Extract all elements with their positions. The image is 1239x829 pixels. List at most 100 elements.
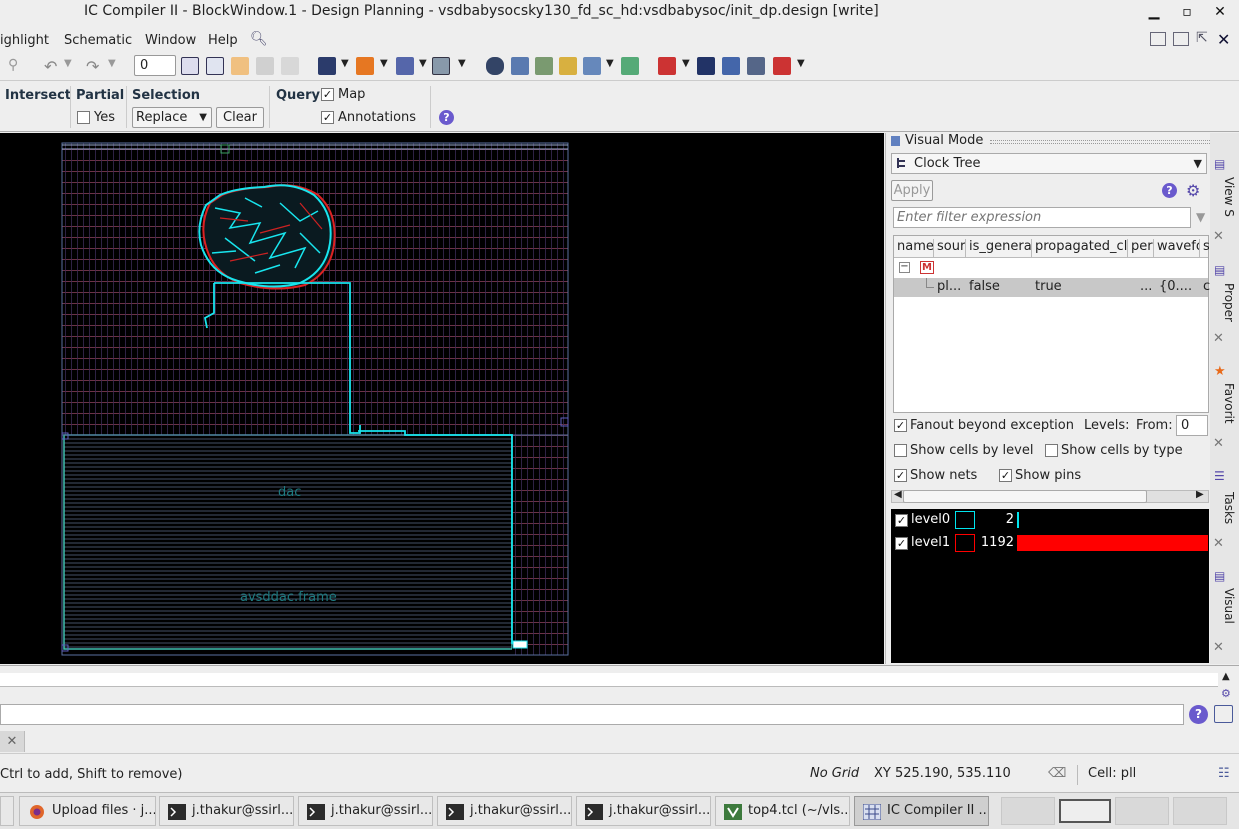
- workspace-1[interactable]: [1001, 797, 1055, 825]
- fanout-checkbox[interactable]: ✓: [894, 419, 907, 432]
- check-icon[interactable]: [722, 57, 740, 75]
- partition-icon[interactable]: [621, 57, 639, 75]
- tab-favorites[interactable]: Favorit: [1212, 383, 1236, 431]
- placement-dropdown-icon[interactable]: ▼: [606, 58, 614, 69]
- net-icon[interactable]: [396, 57, 414, 75]
- level1-swatch[interactable]: [955, 534, 975, 552]
- task-item-active[interactable]: IC Compiler II ...: [854, 796, 989, 826]
- tree-root-icon[interactable]: M: [920, 261, 934, 274]
- gear-icon[interactable]: ⚙: [1186, 181, 1200, 200]
- close-icon[interactable]: ✕: [1213, 229, 1224, 244]
- from-spinner[interactable]: 0: [1176, 415, 1208, 436]
- menu-schematic[interactable]: Schematic: [64, 33, 132, 48]
- task-item[interactable]: top4.tcl (~/vls...: [715, 796, 850, 826]
- scroll-right-icon[interactable]: ▶: [1196, 489, 1204, 500]
- column-header[interactable]: propagated_cl: [1032, 239, 1128, 257]
- drc-icon[interactable]: [658, 57, 676, 75]
- task-item[interactable]: j.thakur@ssirl...: [576, 796, 711, 826]
- cell-icon[interactable]: [486, 57, 504, 75]
- workspace-3[interactable]: [1115, 797, 1169, 825]
- show-nets-checkbox[interactable]: ✓: [894, 469, 907, 482]
- align-bottom-icon[interactable]: [231, 57, 249, 75]
- visual-mode-icon[interactable]: [432, 57, 450, 75]
- menu-help[interactable]: Help: [208, 33, 238, 48]
- menu-highlight[interactable]: ighlight: [0, 33, 49, 48]
- close-view-icon[interactable]: ✕: [1217, 30, 1230, 49]
- show-pins-checkbox[interactable]: ✓: [999, 469, 1012, 482]
- query-tool-icon[interactable]: [206, 57, 224, 75]
- partial-yes-checkbox[interactable]: [77, 111, 90, 124]
- filter-input[interactable]: [893, 207, 1191, 228]
- align-middle-icon[interactable]: [256, 57, 274, 75]
- scroll-left-icon[interactable]: ◀: [894, 489, 902, 500]
- close-icon[interactable]: ✕: [1213, 331, 1224, 346]
- minimize-button[interactable]: ▁: [1143, 3, 1165, 21]
- eraser-icon[interactable]: ⌫: [1048, 766, 1066, 781]
- task-item[interactable]: [0, 796, 14, 826]
- task-item[interactable]: Upload files · j...: [19, 796, 156, 826]
- restore-icon[interactable]: [1173, 32, 1189, 46]
- panel-grip[interactable]: [990, 140, 1210, 144]
- placement-icon[interactable]: [583, 57, 601, 75]
- selection-mode-select[interactable]: Replace ▼: [132, 107, 212, 128]
- visual-mode-dropdown-icon[interactable]: ▼: [458, 58, 466, 69]
- column-header[interactable]: sour: [934, 239, 966, 257]
- help-icon[interactable]: ?: [439, 110, 454, 125]
- checklist-icon[interactable]: [747, 57, 765, 75]
- column-header[interactable]: wavefo: [1154, 239, 1200, 257]
- filter-icon[interactable]: ▼: [1196, 210, 1205, 224]
- map-checkbox[interactable]: ✓: [321, 88, 334, 101]
- hierarchy-icon[interactable]: [356, 57, 374, 75]
- tab-properties[interactable]: Proper: [1212, 283, 1236, 329]
- workspace-2[interactable]: [1059, 799, 1111, 823]
- task-item[interactable]: j.thakur@ssirl...: [159, 796, 294, 826]
- window-icon[interactable]: [1214, 705, 1233, 723]
- tab-visual[interactable]: Visual: [1212, 588, 1236, 634]
- help-icon[interactable]: ?: [1189, 705, 1208, 724]
- scrollbar-thumb[interactable]: [903, 490, 1147, 503]
- route-icon[interactable]: [535, 57, 553, 75]
- console-output[interactable]: [0, 673, 1218, 687]
- net-dropdown-icon[interactable]: ▼: [419, 58, 427, 69]
- level0-swatch[interactable]: [955, 511, 975, 529]
- search-icon[interactable]: 🔍︎: [250, 31, 268, 47]
- pll-cell[interactable]: [512, 640, 528, 649]
- column-header[interactable]: name: [894, 239, 934, 257]
- dac-macro[interactable]: [63, 434, 513, 650]
- layout-canvas[interactable]: dac avsddac.frame: [0, 133, 884, 664]
- task-item[interactable]: j.thakur@ssirl...: [437, 796, 572, 826]
- tab-view-settings[interactable]: View S: [1212, 177, 1236, 225]
- timing-icon[interactable]: [559, 57, 577, 75]
- task-item[interactable]: j.thakur@ssirl...: [298, 796, 433, 826]
- icv-icon[interactable]: [773, 57, 791, 75]
- close-icon[interactable]: ✕: [0, 731, 25, 752]
- gear-icon[interactable]: ⚙: [1221, 687, 1231, 700]
- drc-dropdown-icon[interactable]: ▼: [682, 58, 690, 69]
- mode-select[interactable]: Clock Tree ▼: [891, 153, 1207, 174]
- align-top-icon[interactable]: [281, 57, 299, 75]
- redo-icon[interactable]: ↷: [86, 57, 104, 76]
- undo-icon[interactable]: ↶: [44, 57, 62, 76]
- annotations-checkbox[interactable]: ✓: [321, 111, 334, 124]
- tile-icon[interactable]: [1150, 32, 1166, 46]
- collapse-icon[interactable]: −: [899, 262, 910, 273]
- close-icon[interactable]: ✕: [1213, 640, 1224, 655]
- redo-dropdown-icon[interactable]: ▼: [108, 58, 116, 69]
- column-header[interactable]: per: [1128, 239, 1154, 257]
- tab-tasks[interactable]: Tasks: [1212, 492, 1236, 530]
- level1-checkbox[interactable]: ✓: [895, 537, 908, 550]
- clock-cell-cluster[interactable]: [198, 184, 336, 290]
- checklist-icon[interactable]: ☷: [1218, 766, 1230, 781]
- menu-window[interactable]: Window: [145, 33, 196, 48]
- message-dropdown-icon[interactable]: ▼: [341, 58, 349, 69]
- grid-icon[interactable]: [511, 57, 529, 75]
- apply-button[interactable]: Apply: [891, 180, 933, 201]
- chart-icon[interactable]: [697, 57, 715, 75]
- close-icon[interactable]: ✕: [1213, 436, 1224, 451]
- select-tool-icon[interactable]: [181, 57, 199, 75]
- core-area[interactable]: [61, 142, 569, 436]
- level0-checkbox[interactable]: ✓: [895, 514, 908, 527]
- message-icon[interactable]: [318, 57, 336, 75]
- undo-dropdown-icon[interactable]: ▼: [64, 58, 72, 69]
- column-header[interactable]: is_genera: [966, 239, 1032, 257]
